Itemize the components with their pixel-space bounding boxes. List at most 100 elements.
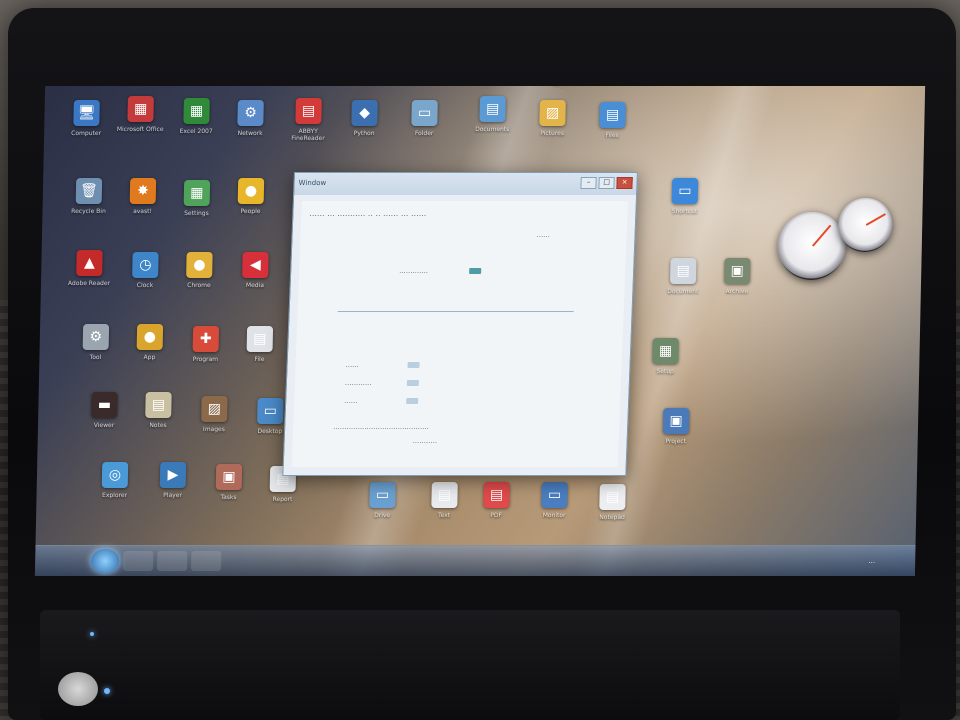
start-button[interactable]: [90, 549, 120, 573]
desktop-icon[interactable]: ▶ Player: [144, 462, 201, 524]
desktop-icon-label: Adobe Reader: [67, 280, 111, 287]
app-icon: ⚙: [82, 324, 110, 350]
app-icon: ▨: [201, 396, 228, 422]
desktop-icon-label: Python: [353, 130, 375, 137]
desktop-icon[interactable]: ● People: [222, 178, 279, 240]
minimize-button[interactable]: –: [580, 177, 597, 189]
desktop-icon[interactable]: ▲ Adobe Reader: [60, 250, 117, 312]
desktop-icon-label: Drive: [374, 512, 391, 519]
desktop-icon[interactable]: 🗑 Recycle Bin: [60, 178, 117, 240]
desktop-icon[interactable]: ⚙ Tool: [67, 324, 124, 386]
desktop-icon[interactable]: ● App: [121, 324, 178, 386]
desktop-icon[interactable]: ▤ Notes: [129, 392, 186, 454]
desktop-icon[interactable]: ▬ Viewer: [75, 392, 132, 454]
window-body: ...... ... ........... .. .. ...... ... …: [291, 201, 628, 467]
desktop-icon-label: Settings: [184, 210, 209, 217]
window-titlebar[interactable]: Window – □ ×: [294, 173, 637, 193]
laptop-base: [40, 610, 900, 720]
power-button[interactable]: [58, 672, 98, 706]
app-icon: ▤: [246, 326, 274, 352]
desktop-icon[interactable]: ▨ Pictures: [524, 100, 581, 162]
desktop-icon[interactable]: ▤ Document: [654, 258, 711, 320]
desktop-icon-label: Report: [272, 496, 293, 503]
dialog-window: Window – □ × ...... ... ........... .. .…: [282, 172, 638, 476]
desktop-icon[interactable]: ◆ Python: [336, 100, 393, 162]
desktop-icon-label: Files: [605, 132, 619, 139]
desktop-icon[interactable]: ▤ Notepad: [583, 484, 640, 546]
desktop-icon[interactable]: ▣ Archive: [708, 258, 765, 320]
divider: [337, 311, 574, 312]
desktop-icon-label: Computer: [71, 130, 102, 137]
desktop-icon[interactable]: ✸ avast!: [114, 178, 171, 240]
desktop-icon[interactable]: ▦ Microsoft Office: [112, 96, 169, 158]
app-icon: 🗑: [75, 178, 103, 204]
desktop-icon[interactable]: ▣ Project: [647, 408, 704, 470]
app-icon: ▦: [183, 180, 211, 206]
desktop-icon[interactable]: ● Chrome: [170, 252, 227, 314]
app-icon: ◎: [101, 462, 129, 488]
desktop-icon[interactable]: ▤ File: [231, 326, 288, 388]
app-icon: ●: [237, 178, 265, 204]
app-icon: ▶: [159, 462, 187, 488]
close-button[interactable]: ×: [616, 177, 633, 189]
dialog-footer: ........................................…: [333, 423, 430, 431]
status-led-icon: [90, 632, 94, 636]
desktop-icon[interactable]: ▤ Files: [583, 102, 640, 164]
desktop-icon-label: avast!: [133, 208, 152, 215]
desktop-icon[interactable]: ◎ Explorer: [86, 462, 143, 524]
desktop-icon[interactable]: ◷ Clock: [116, 252, 173, 314]
desktop-icon-label: Microsoft Office: [116, 126, 164, 133]
desktop-icon-label: App: [143, 354, 156, 361]
status-indicator-icon: [469, 268, 482, 274]
desktop-icon-label: Clock: [136, 282, 154, 289]
system-clock[interactable]: ...: [868, 557, 875, 565]
app-icon: ▭: [541, 482, 568, 508]
app-icon: ▤: [295, 98, 322, 124]
desktop-icon[interactable]: ✚ Program: [177, 326, 234, 388]
dialog-link[interactable]: ......: [536, 231, 550, 239]
app-icon: ▭: [369, 482, 396, 508]
desktop-icon[interactable]: 🖥 Computer: [58, 100, 115, 162]
gauge-needle: [812, 224, 832, 247]
desktop-icon-label: Archive: [725, 288, 749, 295]
app-icon: ▤: [669, 258, 697, 284]
desktop-icon[interactable]: ⚙ Network: [222, 100, 279, 162]
desktop-icon[interactable]: ▭ Shortcut: [656, 178, 713, 240]
desktop-icon-label: Text: [437, 512, 451, 519]
desktop-icon[interactable]: ▤ Text: [416, 482, 473, 544]
status-led-icon: [104, 688, 110, 694]
desktop-icon[interactable]: ▦ Excel 2007: [168, 98, 225, 160]
desktop-icon[interactable]: ▤ Documents: [464, 96, 521, 158]
desktop-icon[interactable]: ◀ Media: [226, 252, 283, 314]
taskbar-item[interactable]: [156, 551, 188, 571]
desktop-icon[interactable]: ▭ Monitor: [526, 482, 583, 544]
desktop-icon[interactable]: ▦ Setup: [637, 338, 694, 400]
desktop-icon[interactable]: ▤ PDF: [468, 482, 525, 544]
memory-meter-gadget[interactable]: [837, 198, 893, 252]
dialog-row: ......: [344, 397, 358, 405]
desktop-icon-label: Network: [237, 130, 263, 137]
maximize-button[interactable]: □: [598, 177, 615, 189]
taskbar-item[interactable]: [190, 551, 222, 571]
desktop-icon-label: Media: [245, 282, 265, 289]
app-icon: ▦: [127, 96, 154, 122]
desktop-icon-label: Setup: [656, 368, 674, 375]
app-icon: ▦: [652, 338, 679, 364]
desktop-icon[interactable]: ▣ Tasks: [200, 464, 257, 526]
app-icon: ●: [186, 252, 213, 278]
desktop-icon[interactable]: ▭ Folder: [396, 100, 453, 162]
desktop-icon-label: Tasks: [220, 494, 237, 501]
desktop-icon-label: Player: [163, 492, 182, 499]
desktop-icon[interactable]: ▭ Drive: [354, 482, 411, 544]
app-icon: ◀: [242, 252, 269, 278]
taskbar-item[interactable]: [122, 551, 154, 571]
app-icon: ●: [136, 324, 164, 350]
desktop-icon[interactable]: ▤ ABBYY FineReader: [280, 98, 337, 160]
desktop-icon-label: Project: [665, 438, 687, 445]
desktop-icon-label: PDF: [490, 512, 503, 519]
cpu-meter-gadget[interactable]: [777, 212, 847, 280]
desktop-icon[interactable]: ▦ Settings: [168, 180, 225, 242]
app-icon: ▤: [599, 102, 626, 128]
desktop-icon[interactable]: ▨ Images: [185, 396, 242, 458]
desktop-icon-label: Shortcut: [671, 208, 698, 215]
